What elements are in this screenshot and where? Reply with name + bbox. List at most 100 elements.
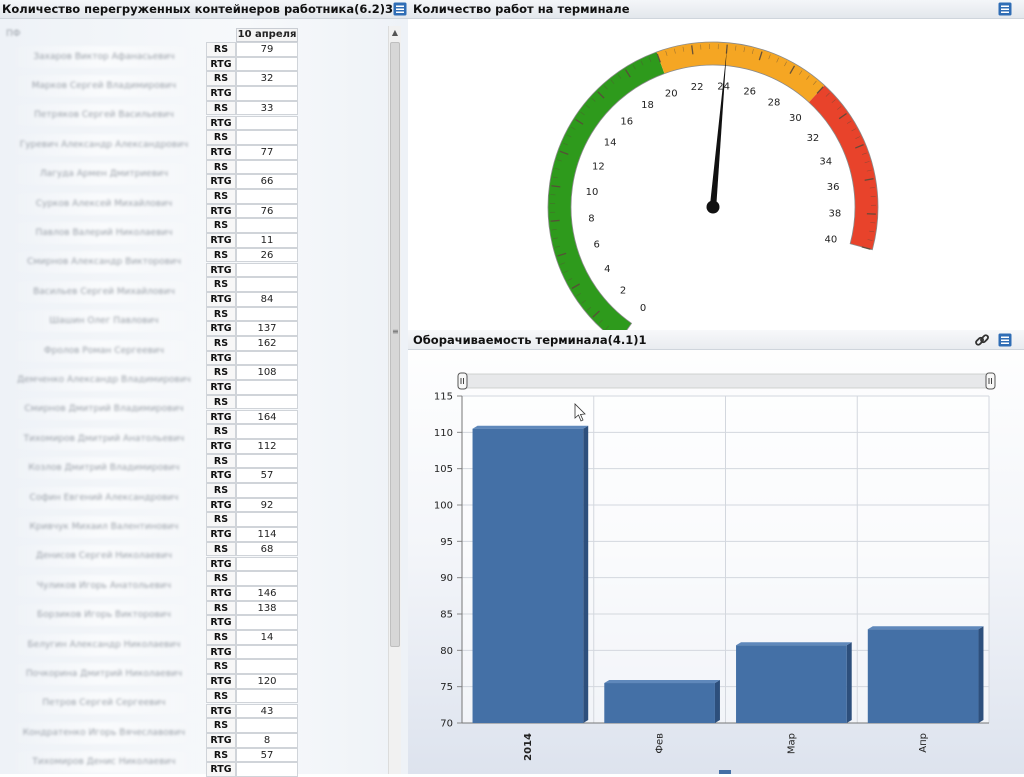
rs-value-cell[interactable]: 32 (236, 71, 298, 86)
rs-value-cell[interactable] (236, 307, 298, 322)
worker-name: Козлов Дмитрий Владимирович (6, 457, 202, 479)
rtg-value-cell[interactable]: 137 (236, 321, 298, 336)
chart-navigator-handle[interactable] (986, 373, 995, 389)
rs-value-cell[interactable] (236, 189, 298, 204)
gauge-tick-label: 22 (691, 82, 704, 93)
rs-value-cell[interactable] (236, 160, 298, 175)
gauge-tick-label: 30 (789, 113, 802, 124)
overloaded-containers-header: Количество перегруженных контейнеров раб… (0, 0, 408, 19)
legend-swatch (719, 770, 731, 774)
rtg-value-cell[interactable]: 66 (236, 174, 298, 189)
rtg-label: RTG (206, 86, 236, 101)
rs-value-cell[interactable] (236, 483, 298, 498)
y-tick-label: 105 (434, 464, 453, 475)
rtg-value-cell[interactable] (236, 615, 298, 630)
rs-value-cell[interactable] (236, 512, 298, 527)
link-icon[interactable] (974, 332, 990, 348)
rs-value-cell[interactable]: 138 (236, 601, 298, 616)
worker-name: Смирнов Александр Викторович (6, 251, 202, 273)
gauge-tick-label: 0 (640, 303, 646, 314)
worker-name: Сурков Алексей Михайлович (6, 193, 202, 215)
rs-value-cell[interactable]: 162 (236, 336, 298, 351)
rtg-value-cell[interactable]: 43 (236, 704, 298, 719)
rtg-label: RTG (206, 498, 236, 513)
rtg-value-cell[interactable]: 8 (236, 733, 298, 748)
rtg-value-cell[interactable] (236, 57, 298, 72)
rtg-value-cell[interactable]: 11 (236, 233, 298, 248)
chart-navigator-handle[interactable] (458, 373, 467, 389)
date-column-header[interactable]: 10 апреля (236, 28, 298, 42)
y-tick-label: 100 (434, 501, 453, 512)
bar-side (715, 680, 720, 723)
panel-menu-icon[interactable] (998, 2, 1012, 16)
scroll-thumb[interactable] (390, 42, 400, 647)
vertical-scrollbar[interactable]: ▲ (388, 26, 401, 774)
rs-label: RS (206, 630, 236, 645)
rtg-value-cell[interactable]: 84 (236, 292, 298, 307)
gauge-tick-label: 14 (604, 137, 617, 148)
rtg-value-cell[interactable] (236, 380, 298, 395)
gauge-tick-label: 2 (620, 285, 626, 296)
rs-value-cell[interactable] (236, 718, 298, 733)
rtg-value-cell[interactable]: 164 (236, 410, 298, 425)
rs-value-cell[interactable] (236, 659, 298, 674)
bar[interactable] (604, 683, 715, 723)
rs-value-cell[interactable]: 57 (236, 748, 298, 763)
panel-menu-icon[interactable] (393, 2, 407, 16)
rtg-value-cell[interactable] (236, 762, 298, 777)
splitter-grip-icon[interactable]: ≡ (392, 327, 398, 335)
rs-value-cell[interactable] (236, 454, 298, 469)
rs-value-cell[interactable]: 108 (236, 365, 298, 380)
rtg-value-cell[interactable]: 112 (236, 439, 298, 454)
y-tick-label: 85 (440, 610, 453, 621)
rtg-value-cell[interactable] (236, 557, 298, 572)
rtg-value-cell[interactable] (236, 645, 298, 660)
rtg-value-cell[interactable] (236, 263, 298, 278)
rs-value-cell[interactable]: 79 (236, 42, 298, 57)
rtg-value-cell[interactable]: 77 (236, 145, 298, 160)
worker-name: Лагуда Армен Дмитриевич (6, 163, 202, 185)
worker-name: Почкорина Дмитрий Николаевич (6, 663, 202, 685)
rs-value-cell[interactable] (236, 218, 298, 233)
rtg-value-cell[interactable]: 57 (236, 468, 298, 483)
rtg-value-cell[interactable]: 120 (236, 674, 298, 689)
rs-value-cell[interactable] (236, 395, 298, 410)
y-tick-label: 90 (440, 573, 453, 584)
worker-name: Петряков Сергей Васильевич (6, 104, 202, 126)
rs-value-cell[interactable] (236, 130, 298, 145)
chart-navigator-track[interactable] (462, 374, 994, 388)
rtg-value-cell[interactable] (236, 116, 298, 131)
gauge-needle (710, 49, 727, 208)
bar[interactable] (736, 645, 847, 723)
rtg-value-cell[interactable] (236, 86, 298, 101)
worker-name: Денисов Сергей Николаевич (6, 545, 202, 567)
rs-value-cell[interactable] (236, 277, 298, 292)
rs-label: RS (206, 71, 236, 86)
rs-value-cell[interactable] (236, 689, 298, 704)
rs-value-cell[interactable] (236, 424, 298, 439)
rtg-value-cell[interactable]: 146 (236, 586, 298, 601)
bar[interactable] (473, 429, 584, 723)
bar[interactable] (868, 629, 979, 723)
terminal-turnover-panel: Оборачиваемость терминала(4.1)1 70758085… (408, 330, 1024, 774)
rs-value-cell[interactable]: 26 (236, 248, 298, 263)
rtg-value-cell[interactable]: 114 (236, 527, 298, 542)
rtg-label: RTG (206, 116, 236, 131)
rtg-value-cell[interactable]: 92 (236, 498, 298, 513)
rs-value-cell[interactable]: 33 (236, 101, 298, 116)
rs-value-cell[interactable]: 68 (236, 542, 298, 557)
gauge-tick-label: 8 (588, 214, 594, 225)
rtg-value-cell[interactable] (236, 351, 298, 366)
scroll-up-arrow-icon[interactable]: ▲ (389, 26, 401, 40)
rtg-label: RTG (206, 762, 236, 777)
y-tick-label: 75 (440, 682, 453, 693)
rs-value-cell[interactable] (236, 571, 298, 586)
rtg-value-cell[interactable]: 76 (236, 204, 298, 219)
rs-label: RS (206, 689, 236, 704)
rtg-label: RTG (206, 586, 236, 601)
bar-top (868, 626, 984, 629)
rtg-label: RTG (206, 57, 236, 72)
rtg-label: RTG (206, 733, 236, 748)
panel-menu-icon[interactable] (998, 333, 1012, 347)
rs-value-cell[interactable]: 14 (236, 630, 298, 645)
